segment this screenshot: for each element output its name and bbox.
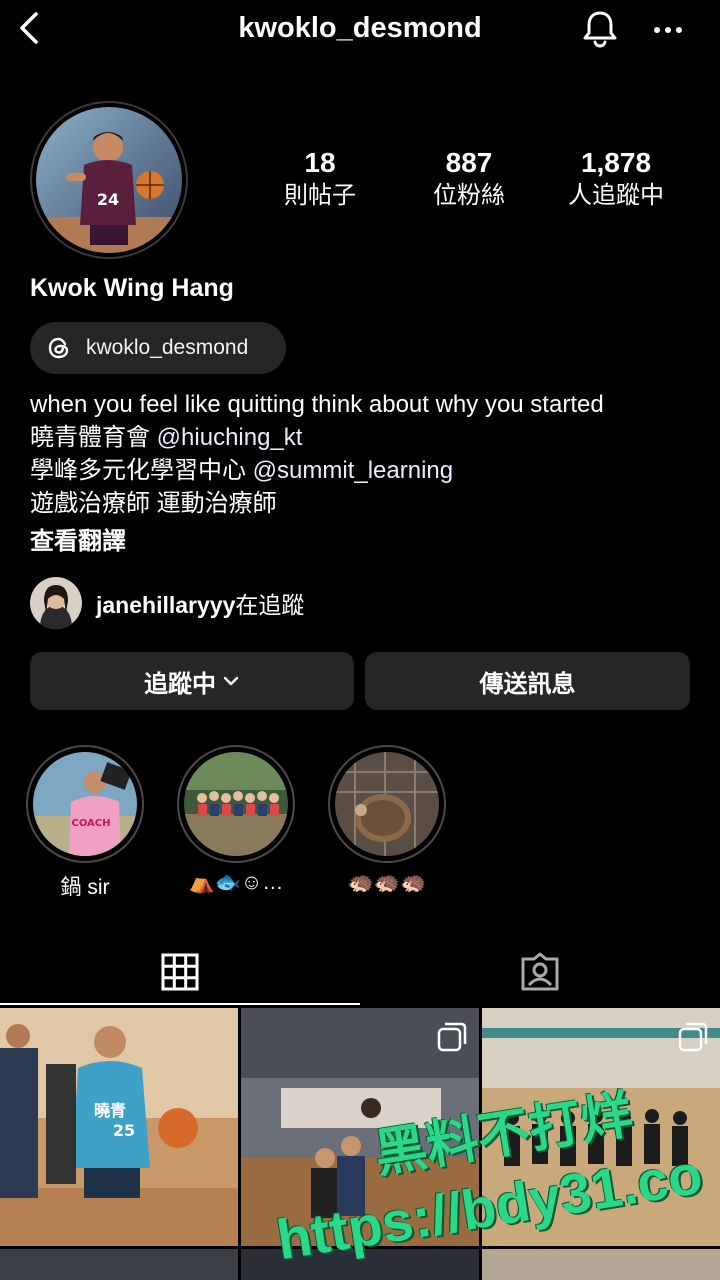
bio-line-2-text: 曉青體育會: [30, 424, 157, 451]
following-count[interactable]: 1,878 人追蹤中: [536, 146, 696, 212]
post-thumbnail[interactable]: [482, 1008, 720, 1246]
story-highlight-ring: [328, 745, 446, 863]
post-thumbnail[interactable]: [241, 1008, 479, 1246]
story-highlight-cover: [335, 752, 439, 856]
post-thumbnail[interactable]: [0, 1249, 238, 1280]
mutual-follower-text: janehillaryyy在追蹤: [96, 586, 304, 620]
chevron-down-icon: [223, 676, 239, 686]
story-highlight[interactable]: 🦔🦔🦔: [328, 745, 446, 895]
following-count-value: 1,878: [580, 147, 652, 178]
post-photo-basketball: 曉青 25: [0, 1008, 238, 1246]
story-highlight-cover: COACH: [33, 752, 137, 856]
followers-count-value: 887: [445, 147, 493, 178]
post-thumbnail[interactable]: [482, 1249, 720, 1280]
post-thumbnail[interactable]: 曉青 25: [0, 1008, 238, 1246]
top-bar: kwoklo_desmond: [0, 0, 720, 60]
bio-line-1: when you feel like quitting think about …: [30, 391, 604, 418]
post-thumbnail[interactable]: [241, 1249, 479, 1280]
tab-posts-grid[interactable]: [0, 940, 360, 1004]
story-highlight-cover: [184, 752, 288, 856]
story-highlight-ring: [177, 745, 295, 863]
active-tab-indicator: [0, 1003, 360, 1005]
threads-icon: [48, 337, 69, 359]
mutual-follower-avatar: [30, 577, 82, 629]
following-count-label: 人追蹤中: [568, 182, 664, 209]
profile-bio: when you feel like quitting think about …: [30, 388, 710, 520]
tab-tagged[interactable]: [360, 940, 720, 1004]
bio-line-3-text: 學峰多元化學習中心: [30, 457, 253, 484]
posts-count-value: 18: [304, 147, 336, 178]
message-button-label: 傳送訊息: [479, 670, 576, 698]
bio-mention-summit[interactable]: @summit_learning: [253, 457, 453, 484]
tagged-icon: [521, 952, 559, 991]
svg-text:曉青: 曉青: [94, 1101, 126, 1120]
story-highlight[interactable]: COACH 鍋 sir: [26, 745, 144, 901]
threads-handle: kwoklo_desmond: [86, 336, 249, 359]
posts-count-label: 則帖子: [284, 182, 356, 209]
followers-count[interactable]: 887 位粉絲: [389, 146, 549, 212]
mutual-follower-username[interactable]: janehillaryyy: [96, 592, 235, 618]
story-highlight-label: ⛺🐟☺…: [188, 871, 284, 894]
story-highlight-ring: COACH: [26, 745, 144, 863]
svg-text:24: 24: [97, 190, 119, 209]
bio-line-3: 學峰多元化學習中心 @summit_learning: [30, 454, 710, 487]
following-button[interactable]: 追蹤中: [30, 652, 354, 710]
story-highlight-label: 鍋 sir: [60, 876, 110, 899]
followers-count-label: 位粉絲: [433, 182, 505, 209]
svg-text:COACH: COACH: [71, 818, 110, 829]
see-translation-link[interactable]: 查看翻譯: [30, 521, 126, 556]
story-highlight[interactable]: ⛺🐟☺…: [177, 745, 295, 895]
profile-avatar[interactable]: 24: [30, 101, 188, 259]
threads-badge[interactable]: kwoklo_desmond: [30, 322, 286, 374]
posts-count[interactable]: 18 則帖子: [240, 146, 400, 212]
svg-text:25: 25: [113, 1121, 135, 1140]
message-button[interactable]: 傳送訊息: [365, 652, 690, 710]
bio-line-4: 遊戲治療師 運動治療師: [30, 490, 277, 517]
avatar-photo: 24: [36, 107, 182, 253]
following-button-label: 追蹤中: [144, 670, 216, 698]
profile-full-name: Kwok Wing Hang: [30, 274, 234, 302]
story-highlight-label: 🦔🦔🦔: [347, 871, 427, 894]
multiple-photos-icon: [678, 1022, 708, 1052]
mutual-follower-suffix: 在追蹤: [235, 592, 305, 618]
mutual-follower[interactable]: janehillaryyy在追蹤: [30, 577, 304, 629]
more-options-icon[interactable]: [648, 10, 688, 50]
multiple-photos-icon: [437, 1022, 467, 1052]
bio-mention-hiuching[interactable]: @hiuching_kt: [157, 424, 303, 451]
notification-bell-icon[interactable]: [578, 6, 622, 50]
grid-icon: [161, 953, 199, 991]
bio-line-2: 曉青體育會 @hiuching_kt: [30, 421, 710, 454]
